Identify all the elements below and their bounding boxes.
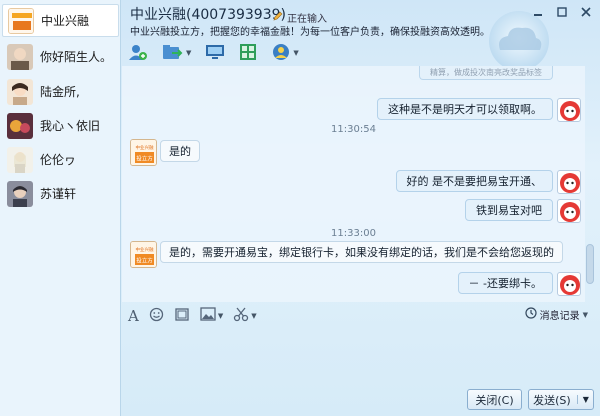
partner-avatar: 中业兴融 投立方 [130,139,157,166]
emoji-button[interactable] [149,307,164,326]
message-bubble-outgoing: 铁到易宝对吧 [465,199,553,221]
contact-avatar [8,7,34,34]
chevron-down-icon: ▼ [217,312,224,320]
contact-avatar [7,78,33,105]
monitor-icon [205,43,225,64]
timestamp: 11:33:00 [331,228,376,239]
scrollbar-thumb[interactable] [586,244,594,284]
contact-name: 你好陌生人。 [40,50,113,64]
clock-icon [525,307,537,322]
globe-person-icon [271,43,291,64]
message-bubble-partial: 精算，做成投次南亮改奖品标签 [419,66,553,80]
film-icon [174,307,190,326]
close-window-button[interactable] [580,6,592,18]
contact-name: 伦伦ヮ [40,153,77,167]
grid-app-icon [239,43,257,64]
apps-button[interactable] [239,43,257,64]
contact-item-zhongye[interactable]: 中业兴融 [2,4,119,37]
contact-name: 我心ヽ依旧 [40,119,101,133]
chevron-down-icon: ▼ [293,49,299,57]
close-button-label: 关闭(C) [475,393,514,407]
font-button[interactable]: A [128,307,139,325]
my-avatar [557,272,581,296]
contact-item-lunlun[interactable]: 伦伦ヮ [2,143,119,176]
partner-avatar: 中业兴融 投立方 [130,241,157,268]
chat-scrollbar[interactable] [584,66,596,302]
send-button[interactable]: 发送(S) ▼ [528,389,594,410]
contact-avatar [7,146,33,173]
window-title: 中业兴融(4007393939) [130,7,286,23]
folder-send-icon [162,43,184,64]
contact-item-sujinxuan[interactable]: 苏谨轩 [2,177,119,210]
image-button[interactable]: ▼ [200,307,223,325]
scissors-icon [233,307,249,326]
contact-signature: 中业兴融投立方，把握您的幸福金融！为每一位客户负责，确保投融资高效透明。 [130,27,490,38]
svg-text:中业兴融: 中业兴融 [136,144,154,151]
video-button[interactable] [174,307,190,326]
add-contact-icon [128,43,148,64]
message-bubble-outgoing: 这种是不是明天才可以领取啊。 [377,98,553,120]
timestamp: 11:30:54 [331,124,376,135]
send-file-button[interactable]: ▼ [162,43,191,64]
contact-item-woxin[interactable]: 我心ヽ依旧 [2,109,119,142]
window-controls [532,6,592,18]
my-avatar [557,170,581,194]
history-label: 消息记录 [539,311,580,322]
chevron-down-icon: ▼ [186,49,192,57]
svg-text:中业兴融: 中业兴融 [136,246,154,253]
message-input[interactable] [122,328,600,382]
svg-text:投立方: 投立方 [136,257,153,265]
screenshot-button[interactable]: ▼ [233,307,257,326]
remote-desktop-button[interactable] [205,43,225,64]
more-apps-button[interactable]: ▼ [271,43,299,64]
contact-name: 陆金所, [40,85,80,99]
chevron-down-icon: ▼ [582,310,588,319]
input-toolbar: A ▼ ▼ [128,305,257,327]
image-icon [200,307,216,325]
contact-avatar [7,180,33,207]
contact-avatar [7,112,33,139]
contact-item-lujinsuo[interactable]: 陆金所, [2,75,119,108]
message-bubble-incoming: 是的 [160,140,200,162]
add-friend-button[interactable] [128,43,148,64]
contact-sidebar: 中业兴融 你好陌生人。 陆金所, 我心ヽ依旧 伦伦ヮ 苏谨轩 [0,0,121,416]
svg-text:投立方: 投立方 [136,155,153,163]
maximize-button[interactable] [556,6,568,18]
contact-name: 中业兴融 [41,14,90,28]
message-bubble-outgoing: 好的 是不是要把易宝开通、 [395,170,553,192]
my-avatar [557,98,581,122]
font-icon: A [128,307,139,325]
chevron-down-icon[interactable]: ▼ [576,395,589,404]
close-button[interactable]: 关闭(C) [467,389,522,410]
minimize-button[interactable] [532,6,544,18]
smiley-icon [149,307,164,326]
contact-item-stranger[interactable]: 你好陌生人。 [2,40,119,73]
chevron-down-icon: ▼ [251,312,257,320]
send-button-label: 发送(S) [533,393,571,407]
message-bubble-incoming: 是的，需要开通易宝，绑定银行卡，如果没有绑定的话，我们是不会给您返现的 [160,241,563,263]
my-avatar [557,199,581,223]
message-bubble-outgoing: － -还要绑卡。 [457,272,553,294]
contact-name: 苏谨轩 [40,187,77,201]
contact-avatar [7,43,33,70]
message-history-button[interactable]: 消息记录 ▼ [525,307,588,322]
chat-history: 精算，做成投次南亮改奖品标签 这种是不是明天才可以领取啊。 11:30:54 中… [122,66,585,302]
chat-toolbar: ▼ ▼ [128,42,299,64]
